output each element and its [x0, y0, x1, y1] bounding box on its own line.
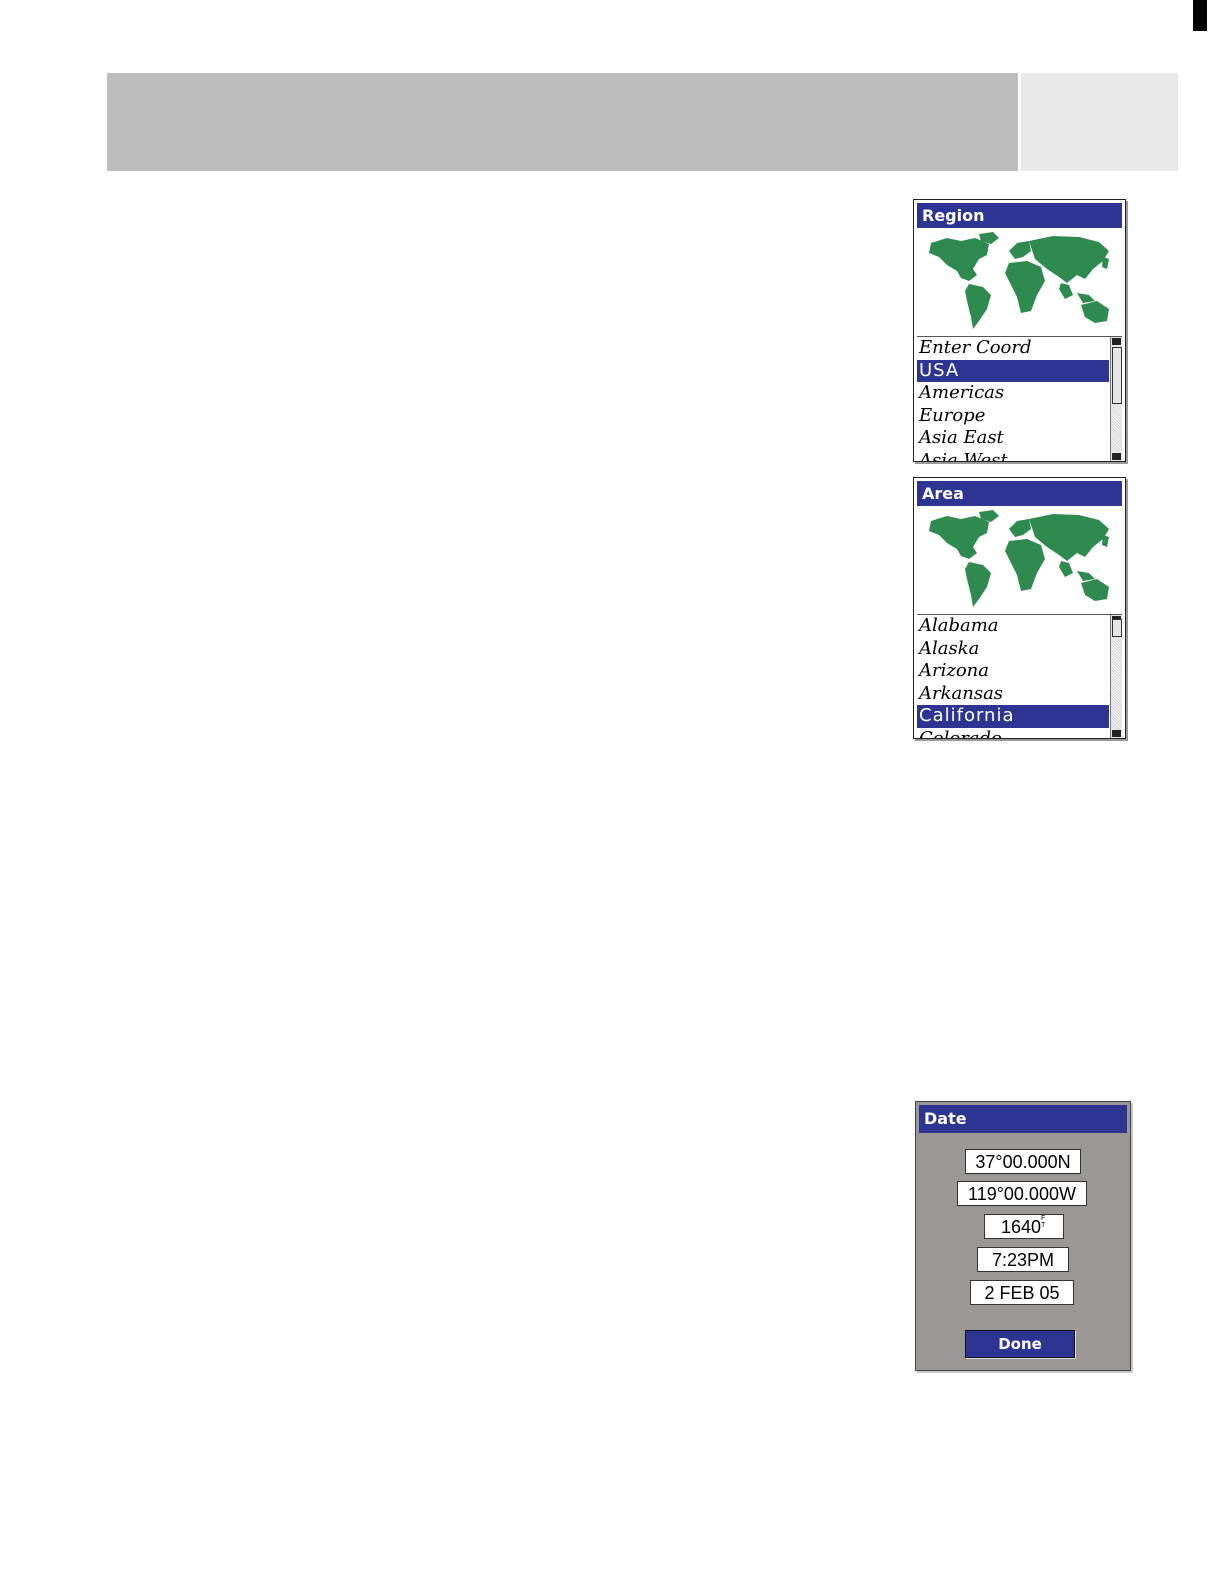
area-list[interactable]: Alabama Alaska Arizona Arkansas Californ… [917, 614, 1122, 738]
list-item[interactable]: Arizona [917, 660, 1109, 683]
scroll-up-icon[interactable] [1112, 338, 1121, 345]
scroll-thumb[interactable] [1112, 619, 1122, 637]
list-item-selected[interactable]: USA [917, 359, 1109, 383]
list-item[interactable]: Americas [917, 382, 1109, 405]
area-title: Area [917, 481, 1122, 506]
world-map [917, 507, 1122, 612]
area-scrollbar[interactable] [1110, 615, 1122, 738]
list-item[interactable]: Arkansas [917, 683, 1109, 706]
elevation-field[interactable]: 1640F T [984, 1214, 1064, 1239]
latitude-field[interactable]: 37°00.000N [965, 1149, 1081, 1174]
date-panel: Date 37°00.000N 119°00.000W 1640F T 7:23P… [915, 1101, 1131, 1371]
date-field[interactable]: 2 FEB 05 [970, 1280, 1074, 1305]
header-bar [107, 73, 1018, 171]
world-map [917, 229, 1122, 334]
elevation-unit-top: F [1041, 1215, 1046, 1222]
time-field[interactable]: 7:23PM [977, 1247, 1069, 1272]
elevation-unit-bottom: T [1041, 1222, 1046, 1229]
list-item[interactable]: Colorado [917, 728, 1109, 738]
done-button[interactable]: Done [965, 1330, 1075, 1358]
region-title: Region [917, 203, 1122, 228]
scroll-down-icon[interactable] [1112, 453, 1121, 460]
elevation-value: 1640 [1000, 1217, 1042, 1237]
date-title: Date [919, 1105, 1127, 1133]
scroll-down-icon[interactable] [1112, 730, 1121, 737]
region-list[interactable]: Enter Coord USA Americas Europe Asia Eas… [917, 336, 1122, 461]
list-item[interactable]: Enter Coord [917, 337, 1109, 360]
header-side-block [1021, 73, 1178, 171]
list-item[interactable]: Asia East [917, 427, 1109, 450]
elevation-unit: FT [1041, 1215, 1047, 1229]
world-map-icon [929, 232, 1109, 329]
region-scrollbar[interactable] [1110, 337, 1122, 461]
list-item[interactable]: Asia West [917, 450, 1109, 461]
scroll-thumb[interactable] [1112, 347, 1122, 404]
area-panel: Area Alabama Alaska Arizona Arkansas Cal… [913, 477, 1126, 739]
list-item[interactable]: Alaska [917, 638, 1109, 661]
longitude-field[interactable]: 119°00.000W [957, 1181, 1087, 1206]
list-item[interactable]: Alabama [917, 615, 1109, 638]
list-item-selected[interactable]: California [917, 705, 1109, 728]
page-edge-tab [1193, 0, 1207, 31]
region-panel: Region Enter Coord USA Americas Europe A… [913, 199, 1126, 462]
world-map-icon [929, 510, 1109, 607]
list-item[interactable]: Europe [917, 405, 1109, 428]
